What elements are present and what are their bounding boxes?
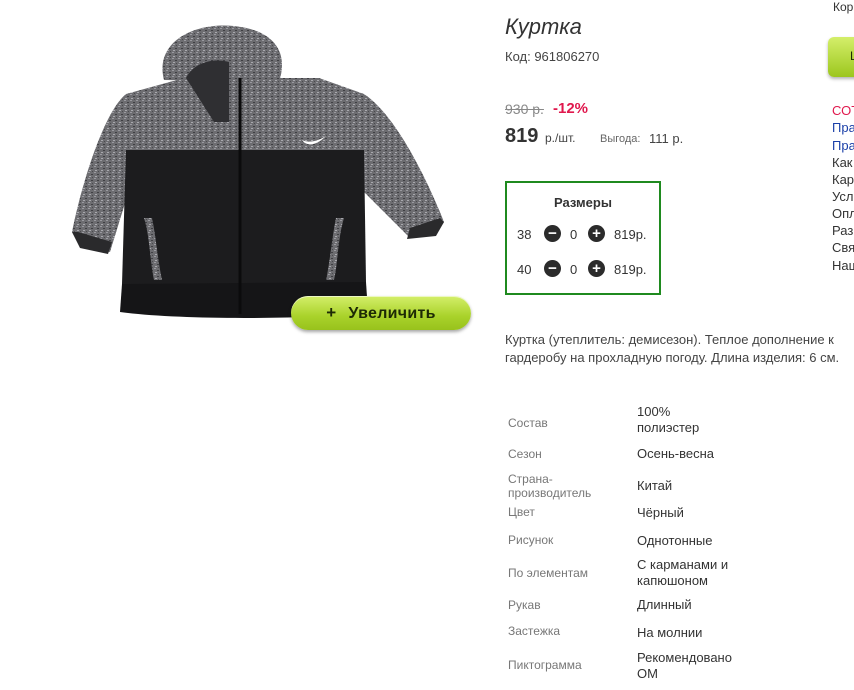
- attribute-value: Чёрный: [637, 505, 684, 520]
- sidebar-link[interactable]: Опл: [832, 205, 854, 222]
- sidebar-link[interactable]: Пра: [832, 137, 854, 154]
- price-unit: р./шт.: [545, 131, 576, 145]
- table-row: Цвет Чёрный: [505, 500, 765, 528]
- minus-icon[interactable]: −: [544, 260, 561, 277]
- attribute-value: Осень-весна: [637, 446, 715, 461]
- size-row: 40 − 0 + 819р.: [507, 259, 659, 279]
- old-price: 930 р.: [505, 101, 544, 117]
- plus-icon: +: [326, 303, 337, 322]
- attribute-value: Однотонные: [637, 533, 713, 548]
- add-to-cart-label: L: [850, 49, 854, 63]
- attribute-label: Сезон: [508, 447, 542, 461]
- attribute-value: Длинный: [637, 597, 692, 612]
- product-description: Куртка (утеплитель: демисезон). Теплое д…: [505, 332, 840, 365]
- table-row: Страна-производитель Китай: [505, 466, 765, 500]
- table-row: Застежка На молнии: [505, 618, 765, 646]
- zoom-button[interactable]: + Увеличить: [291, 296, 471, 330]
- table-row: Пиктограмма Рекомендовано ОМ: [505, 646, 765, 686]
- size-row: 38 − 0 + 819р.: [507, 224, 659, 244]
- attribute-value: 100% полиэстер: [637, 404, 700, 435]
- attribute-label: Пиктограмма: [508, 658, 582, 672]
- size-number: 38: [517, 227, 532, 242]
- attribute-value: С карманами и капюшоном: [637, 557, 729, 588]
- quantity-value: 0: [570, 227, 578, 242]
- sidebar-link[interactable]: Свя: [832, 239, 854, 256]
- size-price: 819р.: [614, 227, 647, 242]
- table-row: Состав 100% полиэстер: [505, 404, 765, 440]
- sidebar-link[interactable]: Наш: [832, 257, 854, 274]
- sidebar-link[interactable]: СОТ: [832, 102, 854, 119]
- table-row: Рисунок Однотонные: [505, 528, 765, 554]
- benefit-label: Выгода:: [600, 133, 641, 145]
- attribute-label: Состав: [508, 416, 548, 430]
- plus-icon[interactable]: +: [588, 260, 605, 277]
- attribute-value: На молнии: [637, 625, 703, 640]
- sidebar-link[interactable]: Раз: [832, 222, 853, 239]
- cart-label[interactable]: Кор: [833, 0, 853, 14]
- attribute-value: Рекомендовано ОМ: [637, 650, 732, 681]
- attribute-label: Цвет: [508, 505, 535, 519]
- sidebar-link[interactable]: Пра: [832, 119, 854, 136]
- sidebar-link[interactable]: Усл: [832, 188, 853, 205]
- attribute-label: Страна-производитель: [508, 472, 592, 500]
- sizes-title: Размеры: [554, 195, 612, 210]
- product-image[interactable]: [64, 22, 456, 328]
- attribute-value: Китай: [637, 478, 673, 493]
- table-row: По элементам С карманами и капюшоном: [505, 554, 765, 592]
- table-row: Рукав Длинный: [505, 592, 765, 618]
- attribute-label: По элементам: [508, 566, 589, 580]
- zoom-button-label: Увеличить: [348, 305, 436, 322]
- plus-icon[interactable]: +: [588, 225, 605, 242]
- size-price: 819р.: [614, 262, 647, 277]
- sidebar-link[interactable]: Как: [832, 154, 853, 171]
- benefit-value: 111 р.: [649, 131, 684, 146]
- quantity-value: 0: [570, 262, 578, 277]
- product-title: Куртка: [505, 14, 582, 39]
- attribute-label: Рисунок: [508, 533, 554, 547]
- minus-icon[interactable]: −: [544, 225, 561, 242]
- attributes-table: Состав 100% полиэстер Сезон Осень-весна …: [505, 404, 765, 686]
- current-price: 819: [505, 125, 539, 147]
- size-number: 40: [517, 262, 532, 277]
- table-row: Сезон Осень-весна: [505, 440, 765, 466]
- sizes-panel: Размеры 38 − 0 + 819р. 40 − 0 + 819р.: [505, 181, 661, 295]
- sidebar-link[interactable]: Кар: [832, 171, 854, 188]
- product-code: Код: 961806270: [505, 49, 600, 64]
- discount-badge: -12%: [553, 100, 589, 117]
- attribute-label: Застежка: [508, 624, 561, 638]
- attribute-label: Рукав: [508, 598, 541, 612]
- add-to-cart-button[interactable]: L: [828, 37, 854, 77]
